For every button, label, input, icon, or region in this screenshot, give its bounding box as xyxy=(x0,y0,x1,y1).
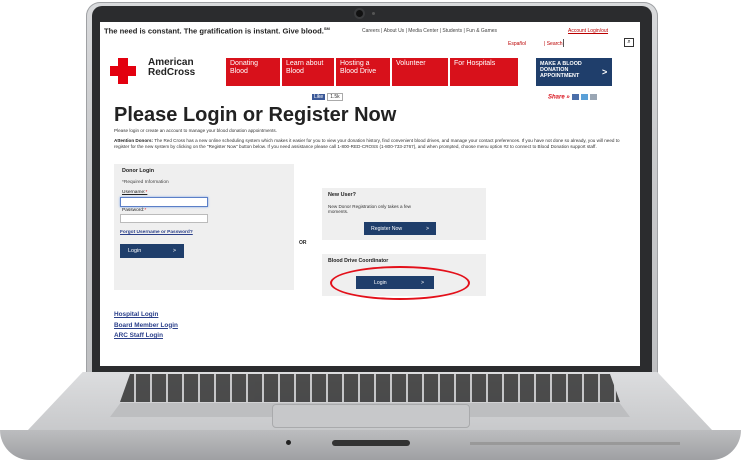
forgot-credentials-link[interactable]: Forgot Username or Password? xyxy=(120,230,193,235)
donor-login-title: Donor Login xyxy=(122,168,155,174)
chevron-right-icon: > xyxy=(172,248,176,254)
laptop-keyboard xyxy=(120,374,620,402)
nav-volunteer[interactable]: Volunteer xyxy=(392,58,448,86)
facebook-like[interactable]: Like 1.5k xyxy=(312,93,343,101)
attention-notice: Attention Donors: The Red Cross has a ne… xyxy=(114,138,620,150)
email-icon xyxy=(589,94,597,100)
username-input[interactable] xyxy=(120,197,208,207)
other-logins: Hospital Login Board Member Login ARC St… xyxy=(114,310,178,342)
like-count: 1.5k xyxy=(327,93,343,101)
logo-text[interactable]: American RedCross xyxy=(148,58,195,78)
username-label: Username:* xyxy=(122,190,148,195)
top-link-careers[interactable]: Careers xyxy=(362,28,380,34)
browser-screen: The need is constant. The gratification … xyxy=(100,22,640,366)
top-link-about[interactable]: About Us xyxy=(384,28,405,34)
webcam-icon xyxy=(356,10,363,17)
facebook-icon xyxy=(571,94,579,100)
donor-login-button[interactable]: Login > xyxy=(120,244,184,258)
chevron-right-icon: > xyxy=(425,225,429,232)
top-link-fun[interactable]: Fun & Games xyxy=(466,28,497,34)
webcam-indicator xyxy=(372,12,375,15)
language-link[interactable]: Español xyxy=(508,41,526,47)
or-divider: OR xyxy=(299,240,307,246)
top-link-students[interactable]: Students xyxy=(442,28,462,34)
chevron-right-icon: > xyxy=(602,67,608,77)
page-subtitle: Please login or create an account to man… xyxy=(114,128,277,133)
required-info-note: *Required Information xyxy=(122,180,169,185)
red-cross-logo[interactable] xyxy=(110,58,136,84)
nav-learn-about-blood[interactable]: Learn about Blood xyxy=(282,58,334,86)
password-input[interactable] xyxy=(120,214,208,223)
share-links[interactable]: Share » xyxy=(548,94,597,101)
search-label: | Search xyxy=(544,41,563,47)
coordinator-title: Blood Drive Coordinator xyxy=(328,258,389,264)
top-link-media[interactable]: Media Center xyxy=(408,28,438,34)
search-icon[interactable]: ⌕ xyxy=(624,38,634,47)
main-nav: Donating Blood Learn about Blood Hosting a… xyxy=(226,58,520,86)
twitter-icon xyxy=(580,94,588,100)
arc-staff-login-link[interactable]: ARC Staff Login xyxy=(114,331,178,342)
power-led xyxy=(286,440,291,445)
make-appointment-button[interactable]: MAKE A BLOOD DONATION APPOINTMENT xyxy=(536,58,612,86)
nav-donating-blood[interactable]: Donating Blood xyxy=(226,58,280,86)
page-title: Please Login or Register Now xyxy=(114,104,397,126)
trackpad xyxy=(272,404,470,428)
optical-drive-slot xyxy=(332,440,410,446)
board-member-login-link[interactable]: Board Member Login xyxy=(114,321,178,332)
nav-for-hospitals[interactable]: For Hospitals xyxy=(450,58,518,86)
password-label: Password:* xyxy=(122,208,147,213)
hospital-login-link[interactable]: Hospital Login xyxy=(114,310,178,321)
speaker-grille xyxy=(470,442,680,445)
new-user-text: New Donor Registration only takes a few … xyxy=(328,204,411,215)
site-tagline: The need is constant. The gratification … xyxy=(104,26,330,36)
register-now-button[interactable]: Register Now > xyxy=(364,222,436,235)
highlight-circle xyxy=(330,266,470,300)
account-login-link[interactable]: Account Login/out xyxy=(568,28,608,34)
search-input[interactable] xyxy=(563,39,626,47)
top-links: Careers | About Us | Media Center | Stud… xyxy=(362,28,498,34)
nav-hosting-blood-drive[interactable]: Hosting a Blood Drive xyxy=(336,58,390,86)
new-user-title: New User? xyxy=(328,192,356,198)
